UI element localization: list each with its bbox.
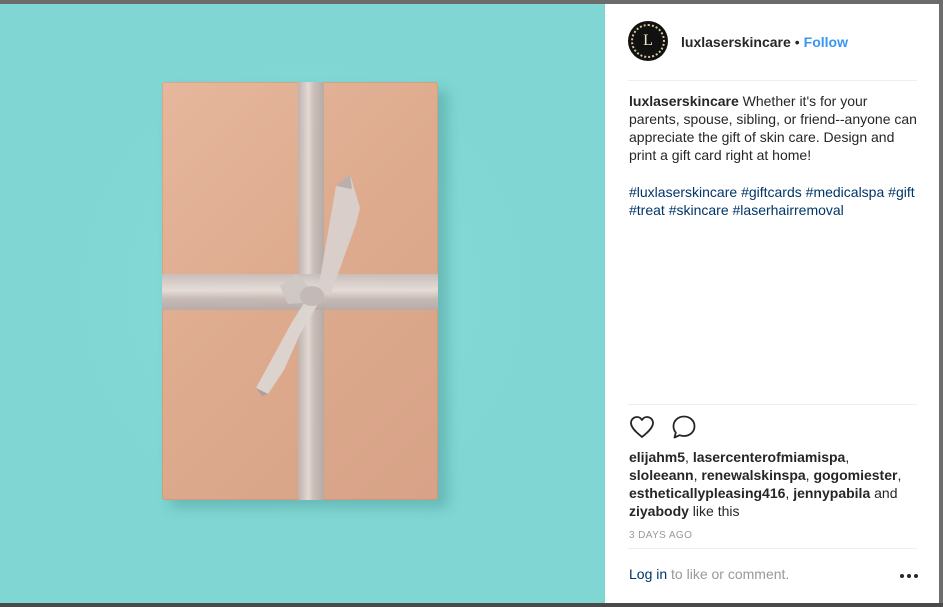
login-prompt: Log in to like or comment. bbox=[629, 566, 919, 588]
footer-divider bbox=[628, 548, 917, 549]
avatar-letter: L bbox=[643, 32, 653, 49]
liker-name[interactable]: gogomiester bbox=[813, 467, 897, 483]
post-caption: luxlaserskincare Whether it's for your p… bbox=[629, 92, 921, 164]
hashtag[interactable]: #skincare bbox=[669, 202, 729, 218]
header-username[interactable]: luxlaserskincare bbox=[681, 34, 791, 50]
post-image[interactable] bbox=[0, 4, 605, 603]
hashtag[interactable]: #medicalspa bbox=[806, 184, 885, 200]
hashtag-list: #luxlaserskincare #giftcards #medicalspa… bbox=[629, 183, 921, 219]
separator-dot: • bbox=[794, 34, 800, 50]
avatar[interactable]: L bbox=[628, 21, 668, 61]
liker-name[interactable]: renewalskinspa bbox=[701, 467, 805, 483]
liker-name[interactable]: sloleeann bbox=[629, 467, 694, 483]
liker-name[interactable]: estheticallypleasing416 bbox=[629, 485, 785, 501]
login-suffix: to like or comment. bbox=[671, 566, 790, 582]
hashtag[interactable]: #giftcards bbox=[741, 184, 802, 200]
likes-text: elijahm5, lasercenterofmiamispa, sloleea… bbox=[629, 449, 902, 519]
hashtag[interactable]: #laserhairremoval bbox=[733, 202, 844, 218]
more-options-icon[interactable] bbox=[899, 567, 919, 585]
post-details-panel: L luxlaserskincare • Follow luxlaserskinca… bbox=[605, 4, 943, 603]
caption-username[interactable]: luxlaserskincare bbox=[629, 93, 739, 109]
hashtag[interactable]: #luxlaserskincare bbox=[629, 184, 737, 200]
hashtag[interactable]: #gift bbox=[888, 184, 914, 200]
action-bar bbox=[628, 413, 698, 443]
likes-and: and bbox=[874, 485, 898, 501]
follow-button[interactable]: Follow bbox=[804, 34, 848, 50]
comment-icon[interactable] bbox=[670, 413, 698, 441]
liker-name[interactable]: lasercenterofmiamispa bbox=[693, 449, 846, 465]
actions-divider bbox=[628, 404, 917, 405]
post-timestamp[interactable]: 3 DAYS AGO bbox=[629, 530, 692, 541]
backdrop-bottom bbox=[0, 603, 943, 607]
hashtag[interactable]: #treat bbox=[629, 202, 665, 218]
likes-suffix: like this bbox=[692, 503, 740, 519]
header-text: luxlaserskincare • Follow bbox=[681, 34, 848, 50]
avatar-logo: L bbox=[631, 24, 665, 58]
liker-name[interactable]: ziyabody bbox=[629, 503, 689, 519]
post-header: L luxlaserskincare • Follow bbox=[605, 4, 943, 80]
header-divider bbox=[628, 80, 917, 81]
heart-icon[interactable] bbox=[628, 413, 656, 441]
backdrop-right bbox=[939, 4, 943, 603]
liker-name[interactable]: jennypabila bbox=[793, 485, 870, 501]
liker-name[interactable]: elijahm5 bbox=[629, 449, 685, 465]
login-link[interactable]: Log in bbox=[629, 566, 667, 582]
